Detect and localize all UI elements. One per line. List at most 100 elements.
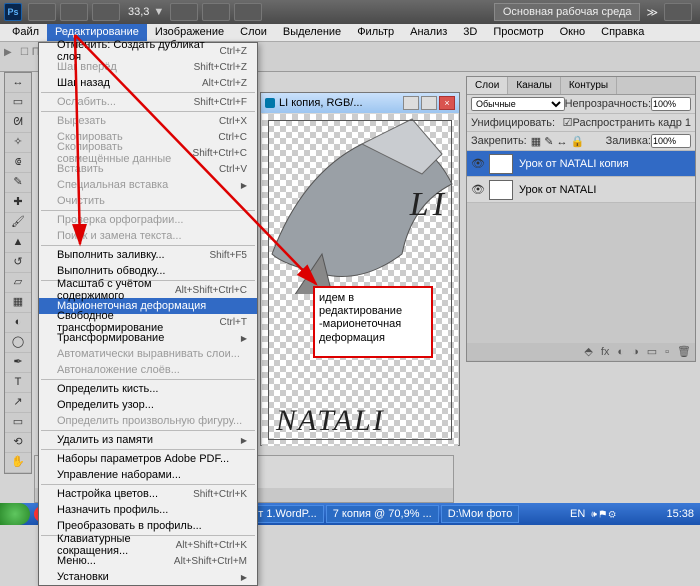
minibridge-icon[interactable]	[60, 3, 88, 21]
blend-mode-select[interactable]: Обычные	[471, 97, 565, 111]
layer-row[interactable]: 👁 Урок от NATALI	[467, 177, 695, 203]
stamp-tool[interactable]: ▲	[5, 233, 31, 253]
menuitem[interactable]: Масштаб с учётом содержимогоAlt+Shift+Ct…	[39, 282, 257, 298]
menuitem[interactable]: Определить кисть...	[39, 381, 257, 397]
unify-label: Унифицировать:	[471, 117, 555, 129]
lock-label: Закрепить:	[471, 135, 527, 147]
menu-просмотр[interactable]: Просмотр	[485, 24, 551, 41]
menuitem: Поиск и замена текста...	[39, 228, 257, 244]
hand-icon[interactable]	[170, 3, 198, 21]
group-icon[interactable]: ▭	[647, 345, 657, 358]
menuitem: Специальная вставка	[39, 177, 257, 193]
view-extras-icon[interactable]	[92, 3, 120, 21]
mask-icon[interactable]: ◐	[617, 346, 624, 358]
menu-слои[interactable]: Слои	[232, 24, 275, 41]
menuitem[interactable]: Настройка цветов...Shift+Ctrl+K	[39, 486, 257, 502]
opacity-input[interactable]	[651, 97, 691, 111]
tab-paths[interactable]: Контуры	[561, 77, 617, 94]
eyedropper-tool[interactable]: ✎	[5, 173, 31, 193]
wand-tool[interactable]: ✧	[5, 133, 31, 153]
menuitem: Проверка орфографии...	[39, 212, 257, 228]
fx-icon[interactable]: fx	[601, 346, 610, 358]
dodge-tool[interactable]: ◯	[5, 333, 31, 353]
menuitem: Скопировать совмещённые данныеShift+Ctrl…	[39, 145, 257, 161]
canvas-area[interactable]: LI NATALI	[262, 114, 458, 446]
menuitem[interactable]: Клавиатурные сокращения...Alt+Shift+Ctrl…	[39, 537, 257, 553]
menuitem: Автоналожение слоёв...	[39, 362, 257, 378]
menuitem[interactable]: Свободное трансформированиеCtrl+T	[39, 314, 257, 330]
menu-окно[interactable]: Окно	[552, 24, 594, 41]
visibility-icon[interactable]: 👁	[471, 157, 485, 170]
type-tool[interactable]: T	[5, 373, 31, 393]
menuitem[interactable]: Трансформирование	[39, 330, 257, 346]
path-tool[interactable]: ↗	[5, 393, 31, 413]
brush-tool[interactable]: 🖌	[5, 213, 31, 233]
marquee-tool[interactable]: ▭	[5, 93, 31, 113]
layer-name: Урок от NATALI	[519, 184, 596, 196]
zoom-value[interactable]: 33,3	[128, 6, 149, 18]
eraser-tool[interactable]: ▱	[5, 273, 31, 293]
hand-tool[interactable]: ✋	[5, 453, 31, 473]
menu-анализ[interactable]: Анализ	[402, 24, 455, 41]
menuitem[interactable]: Назначить профиль...	[39, 502, 257, 518]
layer-row[interactable]: 👁 Урок от NATALI копия	[467, 151, 695, 177]
arrange-icon[interactable]	[202, 3, 230, 21]
adjustment-icon[interactable]: ◑	[632, 346, 639, 358]
menu-выделение[interactable]: Выделение	[275, 24, 349, 41]
link-layers-icon[interactable]: ⬘	[584, 345, 592, 358]
photoshop-logo: Ps	[4, 3, 22, 21]
history-brush-tool[interactable]: ↺	[5, 253, 31, 273]
menuitem[interactable]: Наборы параметров Adobe PDF...	[39, 451, 257, 467]
menuitem[interactable]: Управление наборами...	[39, 467, 257, 483]
menu-файл[interactable]: Файл	[4, 24, 47, 41]
bridge-icon[interactable]	[28, 3, 56, 21]
menuitem[interactable]: Выполнить заливку...Shift+F5	[39, 247, 257, 263]
menuitem[interactable]: Удалить из памяти	[39, 432, 257, 448]
crop-tool[interactable]: ⟃	[5, 153, 31, 173]
lasso-tool[interactable]: ᘛ	[5, 113, 31, 133]
shape-tool[interactable]: ▭	[5, 413, 31, 433]
tray-area[interactable]: 🕪 ⚑ ⚙	[591, 509, 616, 520]
taskbar-button[interactable]: 7 копия @ 70,9% ...	[326, 505, 439, 523]
menuitem: Очистить	[39, 193, 257, 209]
close-button[interactable]: ×	[439, 96, 455, 110]
layer-thumb	[489, 180, 513, 200]
lang-indicator[interactable]: EN	[564, 508, 591, 520]
visibility-icon[interactable]: 👁	[471, 183, 485, 196]
gradient-tool[interactable]: ▦	[5, 293, 31, 313]
layer-name: Урок от NATALI копия	[519, 158, 629, 170]
healing-tool[interactable]: ✚	[5, 193, 31, 213]
document-window: LI копия, RGB/... × LI NATALI	[260, 92, 460, 446]
menuitem[interactable]: Выполнить обводку...	[39, 263, 257, 279]
doc-title-text: LI копия, RGB/...	[279, 97, 363, 109]
move-tool[interactable]: ↔	[5, 73, 31, 93]
screen-mode-icon[interactable]	[234, 3, 262, 21]
document-titlebar[interactable]: LI копия, RGB/... ×	[261, 93, 459, 113]
workspace-select[interactable]: Основная рабочая среда	[494, 3, 641, 21]
tab-channels[interactable]: Каналы	[508, 77, 561, 94]
menuitem[interactable]: Определить узор...	[39, 397, 257, 413]
taskbar-button[interactable]: D:\Мои фото	[441, 505, 520, 523]
menuitem[interactable]: Преобразовать в профиль...	[39, 518, 257, 534]
tab-layers[interactable]: Слои	[467, 77, 508, 94]
canvas-text-1: LI	[410, 186, 448, 224]
transform-bounds[interactable]	[268, 120, 452, 440]
maximize-button[interactable]	[421, 96, 437, 110]
menu-3d[interactable]: 3D	[455, 24, 485, 41]
pen-tool[interactable]: ✒	[5, 353, 31, 373]
new-layer-icon[interactable]: ▫	[665, 346, 669, 358]
edit-menu-dropdown: Отменить: Создать дубликат слояCtrl+Z Шаг…	[38, 42, 258, 586]
blur-tool[interactable]: ◐	[5, 313, 31, 333]
menu-справка[interactable]: Справка	[593, 24, 652, 41]
menu-фильтр[interactable]: Фильтр	[349, 24, 402, 41]
start-button[interactable]	[0, 503, 30, 525]
app-topbar: Ps 33,3 ▼ Основная рабочая среда ≫	[0, 0, 700, 24]
delete-layer-icon[interactable]: 🗑	[677, 345, 691, 358]
3d-tool[interactable]: ⟲	[5, 433, 31, 453]
minimize-button[interactable]	[403, 96, 419, 110]
fill-input[interactable]	[651, 134, 691, 148]
menuitem[interactable]: Отменить: Создать дубликат слояCtrl+Z	[39, 43, 257, 59]
menuitem[interactable]: Шаг назадAlt+Ctrl+Z	[39, 75, 257, 91]
menuitem[interactable]: Установки	[39, 569, 257, 585]
cslive-icon[interactable]	[664, 3, 692, 21]
